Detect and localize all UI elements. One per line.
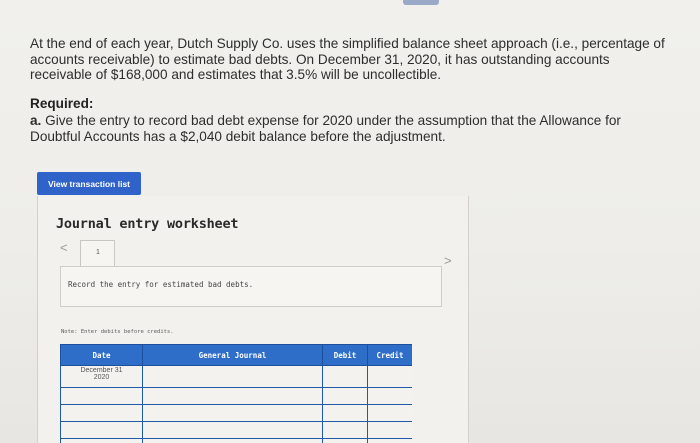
requirement-text: Give the entry to record bad debt expens…	[30, 113, 621, 144]
account-input[interactable]	[142, 421, 323, 439]
credit-input[interactable]	[367, 387, 412, 405]
column-header-credit: Credit	[367, 344, 412, 366]
credit-input[interactable]	[367, 404, 412, 422]
requirement-letter: a.	[30, 113, 42, 128]
account-input[interactable]	[142, 438, 323, 443]
table-row	[60, 438, 412, 443]
debit-input[interactable]	[322, 404, 368, 422]
column-header-general-journal: General Journal	[142, 344, 323, 366]
column-header-debit: Debit	[322, 344, 368, 366]
account-input[interactable]	[142, 404, 323, 422]
view-transaction-list-button[interactable]: View transaction list	[37, 172, 141, 195]
chevron-right-icon[interactable]: >	[444, 253, 452, 268]
table-row	[60, 387, 412, 405]
date-line-2: 2020	[93, 374, 110, 381]
date-line-1: December 31	[80, 367, 123, 374]
journal-table: Date General Journal Debit Credit Decemb…	[60, 344, 412, 443]
required-heading: Required:	[30, 96, 94, 111]
table-row	[60, 421, 412, 439]
note-text: Note: Enter debits before credits.	[61, 329, 174, 335]
table-row: December 31 2020	[60, 365, 412, 388]
table-row	[60, 404, 412, 422]
page-number: 1	[96, 249, 100, 256]
date-cell: December 31 2020	[60, 365, 143, 388]
account-input[interactable]	[142, 365, 323, 388]
worksheet-page-tab[interactable]: 1	[80, 240, 115, 267]
requirement-a: a. Give the entry to record bad debt exp…	[30, 113, 670, 144]
date-cell	[60, 438, 143, 443]
worksheet-title: Journal entry worksheet	[56, 216, 239, 232]
credit-input[interactable]	[367, 421, 412, 439]
chevron-left-icon[interactable]: <	[60, 240, 68, 255]
credit-input[interactable]	[367, 365, 412, 388]
column-header-date: Date	[60, 344, 143, 366]
problem-statement: At the end of each year, Dutch Supply Co…	[30, 36, 665, 82]
debit-input[interactable]	[322, 438, 368, 443]
date-cell	[60, 404, 143, 422]
top-tab-indicator	[403, 0, 439, 5]
debit-input[interactable]	[322, 421, 368, 439]
credit-input[interactable]	[367, 438, 412, 443]
account-input[interactable]	[142, 387, 323, 405]
debit-input[interactable]	[322, 387, 368, 405]
date-cell	[60, 387, 143, 405]
instruction-text: Record the entry for estimated bad debts…	[68, 280, 254, 289]
debit-input[interactable]	[322, 365, 368, 388]
date-cell	[60, 421, 143, 439]
